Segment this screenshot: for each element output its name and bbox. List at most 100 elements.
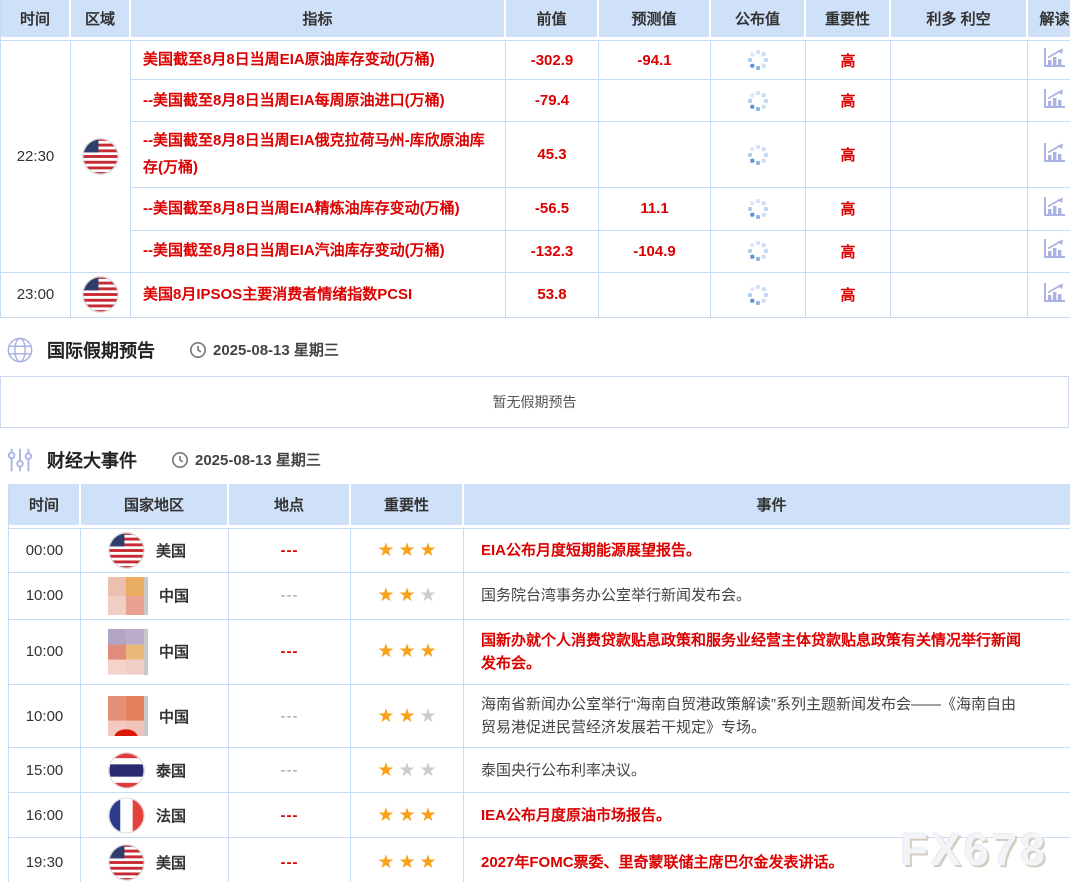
actual-value-cell [711, 188, 806, 231]
events-section-title: 财经大事件 [47, 447, 137, 473]
importance-cell: 高 [806, 273, 891, 318]
location-cell: --- [229, 748, 351, 793]
star-icon: ★ [420, 760, 437, 781]
star-icon: ★ [398, 760, 415, 781]
actual-value-cell [711, 80, 806, 122]
col-country: 国家地区 [81, 484, 229, 528]
loading-spinner-icon [756, 153, 760, 157]
star-icon: ★ [377, 540, 394, 561]
event-text[interactable]: 2027年FOMC票委、里奇蒙联储主席巴尔金发表讲话。 [464, 838, 1070, 882]
previous-value: 45.3 [506, 122, 599, 188]
star-icon: ★ [377, 760, 394, 781]
importance-stars: ★★★ [351, 838, 464, 882]
th-flag-icon [108, 752, 145, 789]
event-text[interactable]: 国新办就个人消费贷款贴息政策和服务业经营主体贷款贴息政策有关情况举行新闻发布会。 [464, 620, 1070, 685]
holiday-section-header: 国际假期预告 2025-08-13 星期三 [6, 334, 1070, 366]
country-cell: 中国 [81, 620, 229, 685]
forecast-value [599, 273, 711, 318]
chart-analysis-icon[interactable] [1042, 238, 1066, 260]
cn-flag-pixelated-icon [108, 577, 148, 615]
indicator-link[interactable]: --美国截至8月8日当周EIA每周原油进口(万桶) [143, 92, 445, 109]
chart-analysis-icon[interactable] [1042, 196, 1066, 218]
location-cell: --- [229, 793, 351, 838]
cn-flag-pixelated-icon [108, 629, 148, 675]
region-cell [71, 40, 131, 273]
indicator-cell: --美国截至8月8日当周EIA俄克拉荷马州-库欣原油库存(万桶) [131, 122, 506, 188]
interpret-cell [1028, 40, 1070, 80]
economic-calendar-page: 时间 区域 指标 前值 预测值 公布值 重要性 利多 利空 解读 22:30 美… [0, 0, 1070, 882]
holiday-section-date: 2025-08-13 星期三 [189, 339, 339, 360]
indicator-link[interactable]: --美国截至8月8日当周EIA俄克拉荷马州-库欣原油库存(万桶) [143, 132, 485, 175]
actual-value-cell [711, 122, 806, 188]
globe-icon [6, 336, 34, 364]
loading-spinner-icon [756, 58, 760, 62]
country-name: 美国 [156, 852, 186, 873]
indicator-link[interactable]: --美国截至8月8日当周EIA汽油库存变动(万桶) [143, 242, 445, 259]
star-icon: ★ [377, 852, 394, 873]
cn-flag-pixelated-icon [108, 696, 148, 736]
econ-indicators-table: 时间 区域 指标 前值 预测值 公布值 重要性 利多 利空 解读 22:30 美… [0, 0, 1070, 318]
col-event: 事件 [464, 484, 1070, 528]
event-time: 10:00 [9, 573, 81, 620]
col-importance: 重要性 [351, 484, 464, 528]
col-location: 地点 [229, 484, 351, 528]
indicator-link[interactable]: 美国8月IPSOS主要消费者情绪指数PCSI [143, 286, 412, 303]
event-text[interactable]: 泰国央行公布利率决议。 [464, 748, 1070, 793]
econ-row: 23:00 美国8月IPSOS主要消费者情绪指数PCSI 53.8 高 [1, 273, 1070, 318]
bull-bear-cell [891, 188, 1028, 231]
importance-stars: ★★★ [351, 685, 464, 749]
col-actual: 公布值 [711, 0, 806, 40]
previous-value: -132.3 [506, 231, 599, 273]
country-cell: 法国 [81, 793, 229, 838]
event-row: 16:00 法国 --- ★★★ IEA公布月度原油市场报告。 [9, 793, 1070, 838]
star-icon: ★ [420, 585, 437, 606]
forecast-value: -104.9 [599, 231, 711, 273]
event-time: 16:00 [9, 793, 81, 838]
event-text[interactable]: 国务院台湾事务办公室举行新闻发布会。 [464, 573, 1070, 620]
country-name: 中国 [159, 706, 189, 727]
country-cell: 美国 [81, 838, 229, 882]
col-previous: 前值 [506, 0, 599, 40]
location-cell: --- [229, 838, 351, 882]
event-row: 10:00 中国 --- ★★★ 海南省新闻办公室举行“海南自贸港政策解读”系列… [9, 685, 1070, 749]
chart-analysis-icon[interactable] [1042, 88, 1066, 110]
event-text[interactable]: EIA公布月度短期能源展望报告。 [464, 528, 1070, 573]
importance-cell: 高 [806, 188, 891, 231]
interpret-cell [1028, 188, 1070, 231]
holiday-date-text: 2025-08-13 星期三 [213, 339, 339, 360]
forecast-value [599, 80, 711, 122]
time-cell: 22:30 [1, 40, 71, 273]
loading-spinner-icon [756, 249, 760, 253]
holiday-empty-box: 暂无假期预告 [0, 376, 1069, 428]
previous-value: -79.4 [506, 80, 599, 122]
chart-analysis-icon[interactable] [1042, 47, 1066, 69]
chart-analysis-icon[interactable] [1042, 142, 1066, 164]
econ-row: 22:30 美国截至8月8日当周EIA原油库存变动(万桶) -302.9 -94… [1, 40, 1070, 80]
econ-row: --美国截至8月8日当周EIA精炼油库存变动(万桶) -56.5 11.1 高 [1, 188, 1070, 231]
star-icon: ★ [377, 805, 394, 826]
importance-cell: 高 [806, 80, 891, 122]
interpret-cell [1028, 231, 1070, 273]
bull-bear-cell [891, 122, 1028, 188]
interpret-cell [1028, 122, 1070, 188]
event-row: 00:00 美国 --- ★★★ EIA公布月度短期能源展望报告。 [9, 528, 1070, 573]
us-flag-icon [82, 138, 119, 175]
event-row: 10:00 中国 --- ★★★ 国新办就个人消费贷款贴息政策和服务业经营主体贷… [9, 620, 1070, 685]
col-time: 时间 [1, 0, 71, 40]
col-importance: 重要性 [806, 0, 891, 40]
location-cell: --- [229, 528, 351, 573]
events-table-header: 时间 国家地区 地点 重要性 事件 [9, 484, 1070, 528]
col-forecast: 预测值 [599, 0, 711, 40]
loading-spinner-icon [756, 99, 760, 103]
country-cell: 中国 [81, 573, 229, 620]
chart-analysis-icon[interactable] [1042, 282, 1066, 304]
loading-spinner-icon [756, 207, 760, 211]
country-name: 美国 [156, 540, 186, 561]
event-text[interactable]: IEA公布月度原油市场报告。 [464, 793, 1070, 838]
star-icon: ★ [420, 540, 437, 561]
event-text[interactable]: 海南省新闻办公室举行“海南自贸港政策解读”系列主题新闻发布会——《海南自由贸易港… [464, 685, 1070, 749]
interpret-cell [1028, 273, 1070, 318]
indicator-link[interactable]: 美国截至8月8日当周EIA原油库存变动(万桶) [143, 51, 435, 68]
previous-value: 53.8 [506, 273, 599, 318]
indicator-link[interactable]: --美国截至8月8日当周EIA精炼油库存变动(万桶) [143, 200, 460, 217]
